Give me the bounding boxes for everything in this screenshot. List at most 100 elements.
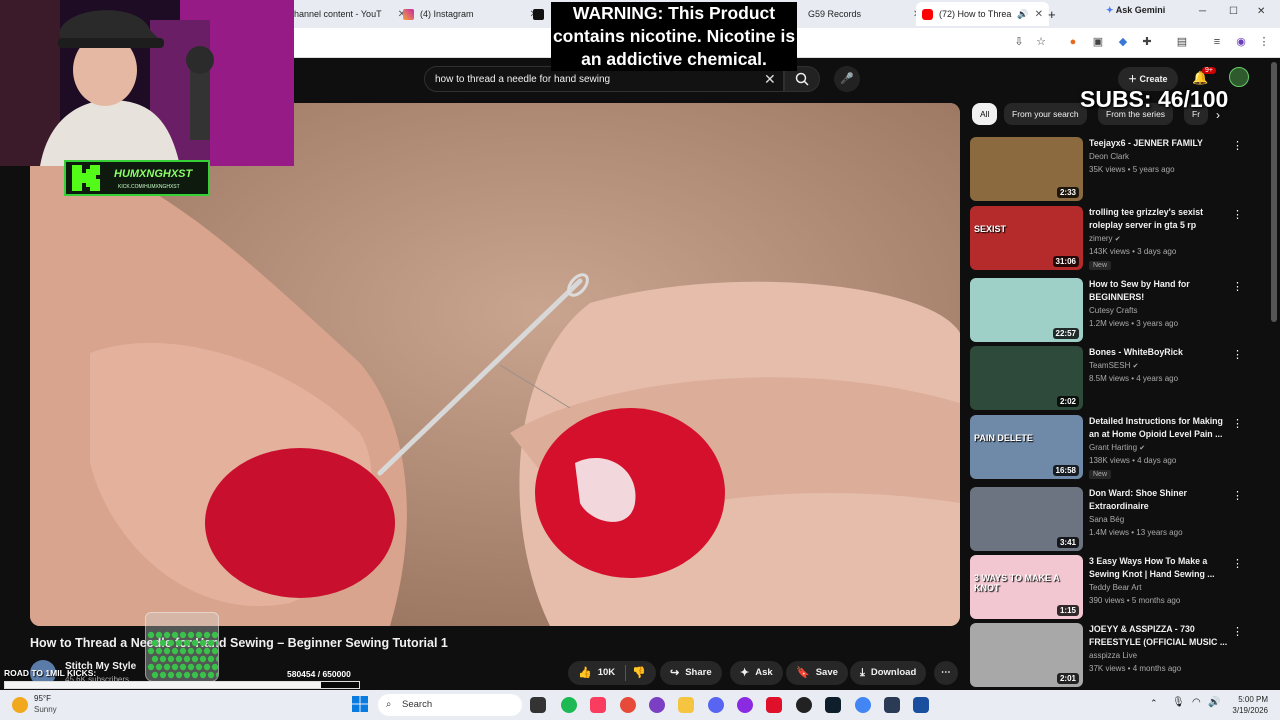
media-controls-icon[interactable]: ≡ <box>1210 35 1224 49</box>
more-vert-icon[interactable]: ⋮ <box>1232 417 1243 430</box>
recommendation-item[interactable]: 22:57 How to Sew by Hand for BEGINNERS! Cu… <box>970 278 1250 342</box>
recommendation-title[interactable]: Bones - WhiteBoyRick <box>1089 346 1231 359</box>
recommendation-title[interactable]: How to Sew by Hand for BEGINNERS! <box>1089 278 1231 304</box>
tab-youtube-active[interactable]: (72) How to Threa 🔊 ✕ <box>916 2 1049 26</box>
recommendation-channel[interactable]: TeamSESH ✔ <box>1089 361 1138 370</box>
more-vert-icon[interactable]: ⋮ <box>1232 625 1243 638</box>
speaker-icon[interactable]: 🔊 <box>1017 9 1028 20</box>
video-thumbnail[interactable]: 22:57 <box>970 278 1083 342</box>
recommendation-channel[interactable]: Cutesy Crafts <box>1089 306 1137 315</box>
video-thumbnail[interactable]: 2:33 <box>970 137 1083 201</box>
file-explorer-icon[interactable] <box>678 697 694 713</box>
discord-icon[interactable] <box>708 697 724 713</box>
recommendation-title[interactable]: Teejayx6 - JENNER FAMILY <box>1089 137 1231 150</box>
extensions-puzzle-icon[interactable]: ✚ <box>1140 35 1154 49</box>
recommendation-item[interactable]: PAIN DELETE 16:58 Detailed Instructions fo… <box>970 415 1250 479</box>
volume-icon[interactable]: 🔊 <box>1208 697 1220 708</box>
taskbar-search[interactable]: ⌕ Search <box>378 694 522 716</box>
sidebar-icon[interactable]: ▤ <box>1175 35 1189 49</box>
extension-icon[interactable]: ◆ <box>1116 35 1130 49</box>
recommendation-item[interactable]: 3 WAYS TO MAKE A KNOT 1:15 3 Easy Ways How… <box>970 555 1250 619</box>
tab-tiktok[interactable] <box>533 2 544 26</box>
app-icon[interactable] <box>884 697 900 713</box>
tab-instagram[interactable]: (4) Instagram ✕ <box>403 2 538 26</box>
video-thumbnail[interactable]: 2:02 <box>970 346 1083 410</box>
more-vert-icon[interactable]: ⋮ <box>1232 139 1243 152</box>
terminal-icon[interactable] <box>825 697 841 713</box>
weather-temp[interactable]: 95°F <box>34 694 51 703</box>
app-icon[interactable] <box>766 697 782 713</box>
maximize-icon[interactable]: ☐ <box>1229 6 1238 17</box>
recommendation-channel[interactable]: Teddy Bear Art <box>1089 583 1141 592</box>
chip-all[interactable]: All <box>972 103 998 125</box>
extension-icon[interactable]: ▣ <box>1091 35 1105 49</box>
more-actions-button[interactable]: ⋯ <box>934 661 958 685</box>
recommendation-channel[interactable]: Grant Harting ✔ <box>1089 443 1145 452</box>
music-icon[interactable] <box>590 697 606 713</box>
video-thumbnail[interactable]: 3:41 <box>970 487 1083 551</box>
recommendation-item[interactable]: 2:01 JOEYY & ASSPIZZA - 730 FREESTYLE (OF… <box>970 623 1250 687</box>
app-icon[interactable] <box>737 697 753 713</box>
share-button[interactable]: ↪ Share <box>660 661 722 685</box>
app-icon[interactable] <box>796 697 812 713</box>
account-avatar[interactable] <box>1229 67 1249 87</box>
more-vert-icon[interactable]: ⋮ <box>1232 557 1243 570</box>
recommendation-channel[interactable]: Sana Bég <box>1089 515 1124 524</box>
recommendation-item[interactable]: 2:33 Teejayx6 - JENNER FAMILY Deon Clark 35… <box>970 137 1250 201</box>
scrollbar[interactable] <box>1271 62 1277 322</box>
clock[interactable]: 5:00 PM 3/19/2026 <box>1224 694 1268 716</box>
recommendation-item[interactable]: 3:41 Don Ward: Shoe Shiner Extraordinaire… <box>970 487 1250 551</box>
recommendation-title[interactable]: Don Ward: Shoe Shiner Extraordinaire <box>1089 487 1231 513</box>
ask-gemini-button[interactable]: ✦ Ask Gemini <box>1106 5 1165 16</box>
tab-g59-records[interactable]: G59 Records ✕ <box>796 2 921 26</box>
recommendation-channel[interactable]: asspizza Live <box>1089 651 1137 660</box>
recommendation-item[interactable]: SEXIST 31:06 trolling tee grizzley's sexis… <box>970 206 1250 270</box>
minimize-icon[interactable]: ─ <box>1199 6 1206 17</box>
like-button[interactable]: 👍 10K 👎 <box>568 661 656 685</box>
voice-search-button[interactable]: 🎤 <box>834 66 860 92</box>
weather-description[interactable]: Sunny <box>34 705 57 714</box>
recommendation-item[interactable]: 2:02 Bones - WhiteBoyRick TeamSESH ✔ 8.5M v… <box>970 346 1250 410</box>
more-vert-icon[interactable]: ⋮ <box>1232 280 1243 293</box>
wifi-icon[interactable]: ◠ <box>1192 697 1201 708</box>
video-thumbnail[interactable]: 3 WAYS TO MAKE A KNOT 1:15 <box>970 555 1083 619</box>
bookmark-star-icon[interactable]: ☆ <box>1034 35 1048 49</box>
more-vert-icon[interactable]: ⋮ <box>1232 489 1243 502</box>
video-thumbnail[interactable]: PAIN DELETE 16:58 <box>970 415 1083 479</box>
recommendation-channel[interactable]: zimery ✔ <box>1089 234 1121 243</box>
close-window-icon[interactable]: ✕ <box>1257 6 1265 17</box>
menu-icon[interactable]: ⋮ <box>1257 35 1271 49</box>
save-button[interactable]: 🔖 Save <box>786 661 848 685</box>
chrome-profile-icon[interactable] <box>855 697 871 713</box>
ask-button[interactable]: ✦ Ask <box>730 661 783 685</box>
more-vert-icon[interactable]: ⋮ <box>1232 208 1243 221</box>
tab-youtube-studio[interactable]: hannel content - YouT ✕ <box>294 2 406 26</box>
recommendation-title[interactable]: JOEYY & ASSPIZZA - 730 FREESTYLE (OFFICI… <box>1089 623 1231 649</box>
mic-tray-icon[interactable]: 🎙 <box>1172 697 1185 708</box>
chevron-up-icon[interactable]: ⌃ <box>1150 698 1158 709</box>
video-thumbnail[interactable]: 2:01 <box>970 623 1083 687</box>
spotify-icon[interactable] <box>561 697 577 713</box>
recommendation-title[interactable]: 3 Easy Ways How To Make a Sewing Knot | … <box>1089 555 1231 581</box>
download-button[interactable]: ⤓ Download <box>850 661 927 685</box>
weather-sun-icon[interactable] <box>12 697 28 713</box>
app-icon[interactable] <box>913 697 929 713</box>
recommendation-channel[interactable]: Deon Clark <box>1089 152 1129 161</box>
clear-search-icon[interactable]: ✕ <box>764 71 776 88</box>
new-tab-button[interactable]: + <box>1048 2 1056 26</box>
obs-icon[interactable] <box>649 697 665 713</box>
task-view-icon[interactable] <box>530 697 546 713</box>
more-vert-icon[interactable]: ⋮ <box>1232 348 1243 361</box>
video-thumbnail[interactable]: SEXIST 31:06 <box>970 206 1083 270</box>
thumbs-down-icon[interactable]: 👎 <box>632 661 646 685</box>
extension-icon[interactable]: ● <box>1066 35 1080 49</box>
chip-from-your-search[interactable]: From your search <box>1004 103 1087 125</box>
profile-icon[interactable]: ◉ <box>1234 35 1248 49</box>
windows-start-icon[interactable] <box>352 696 368 717</box>
recommendation-title[interactable]: Detailed Instructions for Making an at H… <box>1089 415 1231 441</box>
close-icon[interactable]: ✕ <box>1035 9 1043 20</box>
video-title: How to Thread a Needle for Hand Sewing –… <box>30 636 448 650</box>
chrome-icon[interactable] <box>620 697 636 713</box>
recommendation-title[interactable]: trolling tee grizzley's sexist roleplay … <box>1089 206 1231 232</box>
install-app-icon[interactable]: ⇩ <box>1012 35 1026 49</box>
